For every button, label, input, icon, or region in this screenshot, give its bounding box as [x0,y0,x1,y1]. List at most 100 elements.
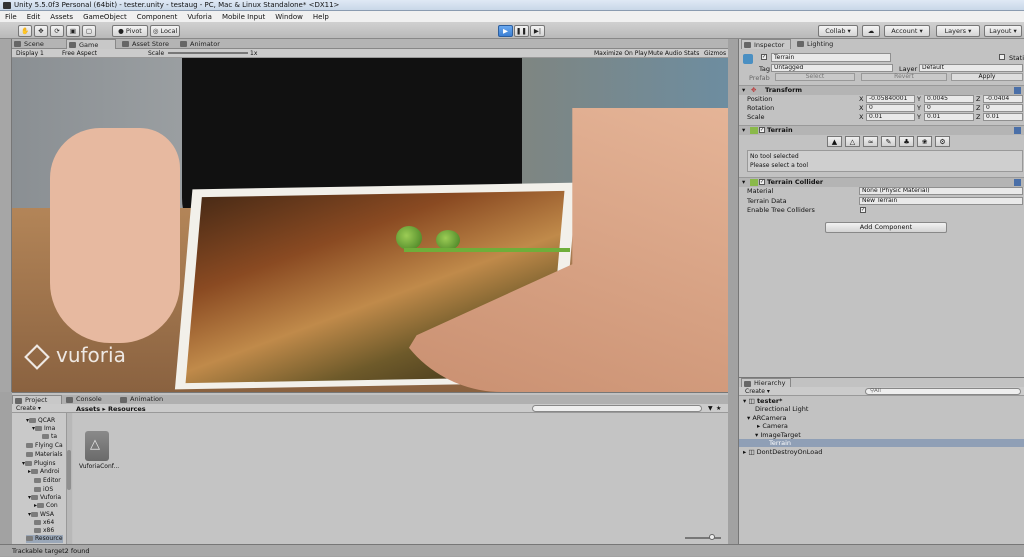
list-item[interactable]: Editor [34,477,61,485]
project-search-input[interactable] [532,405,702,412]
list-item[interactable]: ▾ WSA [28,511,54,519]
prefab-revert-button[interactable]: Revert [861,73,947,81]
prefab-apply-button[interactable]: Apply [951,73,1023,81]
menu-vuforia[interactable]: Vuforia [182,11,217,23]
tab-animation[interactable]: Animation [118,395,174,404]
aspect-dropdown[interactable]: Free Aspect [62,49,97,58]
list-item[interactable]: Flying Ca [26,442,63,450]
scene-root[interactable]: ▾ ◫ tester* [743,397,782,405]
scrollbar-thumb[interactable] [67,450,71,490]
list-item[interactable]: Materials [26,451,63,459]
star-icon[interactable]: ★ [716,405,721,412]
icon-size-slider[interactable] [685,537,721,539]
stats-toggle[interactable]: Stats [684,49,699,58]
tab-scene[interactable]: Scene [12,39,62,49]
layers-dropdown[interactable]: Layers ▾ [936,25,980,37]
menu-help[interactable]: Help [308,11,334,23]
component-settings-icon[interactable] [1014,127,1021,134]
asset-item[interactable]: △ [85,431,109,461]
terrain-header[interactable]: ▾ ✓ Terrain [739,125,1024,135]
rotation-z-field[interactable]: 0 [983,104,1023,112]
cloud-icon[interactable]: ☁ [862,25,880,37]
rotate-tool-icon[interactable]: ⟳ [50,25,64,37]
menu-assets[interactable]: Assets [45,11,78,23]
static-checkbox[interactable] [999,54,1005,60]
collider-enabled-checkbox[interactable]: ✓ [759,179,765,185]
tree-colliders-checkbox[interactable]: ✓ [860,207,866,213]
position-x-field[interactable]: -0.05840001 [866,95,915,103]
scale-slider[interactable] [168,52,248,54]
menu-mobile-input[interactable]: Mobile Input [217,11,270,23]
paint-texture-icon[interactable]: ✎ [881,136,896,147]
list-item[interactable]: x64 [34,519,54,527]
tab-lighting[interactable]: Lighting [795,39,845,49]
mute-audio-toggle[interactable]: Mute Audio [648,49,682,58]
scale-x-field[interactable]: 0.01 [866,113,915,121]
hierarchy-search-input[interactable]: ⚲All [865,388,1021,395]
hierarchy-item[interactable]: ▸ ◫ DontDestroyOnLoad [743,448,822,456]
terrain-enabled-checkbox[interactable]: ✓ [759,127,765,133]
tab-console[interactable]: Console [64,395,114,404]
tab-inspector[interactable]: Inspector [741,39,791,49]
menu-file[interactable]: File [0,11,22,23]
filter-icon[interactable]: ▼ [708,405,713,412]
list-item[interactable]: ▾ Plugins [22,460,56,468]
list-item[interactable]: ▸ Androi [28,468,59,476]
scale-tool-icon[interactable]: ▣ [66,25,80,37]
rotation-y-field[interactable]: 0 [924,104,974,112]
display-dropdown[interactable]: Display 1 [16,49,44,58]
layer-dropdown[interactable]: Default [919,64,1023,72]
move-tool-icon[interactable]: ✥ [34,25,48,37]
tab-hierarchy[interactable]: Hierarchy [741,378,791,387]
collab-button[interactable]: Collab ▾ [818,25,858,37]
menu-edit[interactable]: Edit [22,11,46,23]
tab-game[interactable]: Game [66,39,116,49]
gizmos-dropdown[interactable]: Gizmos [704,49,726,58]
list-item[interactable]: Resource [26,535,63,543]
list-item[interactable]: ▾ QCAR [26,417,55,425]
local-toggle[interactable]: ◎ Local [150,25,180,37]
rect-tool-icon[interactable]: ▢ [82,25,96,37]
hierarchy-item[interactable]: ▾ ARCamera [747,414,787,422]
pause-button[interactable]: ❚❚ [514,25,529,37]
scale-y-field[interactable]: 0.01 [924,113,974,121]
raise-terrain-icon[interactable]: ▲ [827,136,842,147]
add-component-button[interactable]: Add Component [825,222,947,233]
play-button[interactable]: ▶ [498,25,513,37]
hierarchy-item-selected[interactable]: Terrain [739,439,1024,447]
position-z-field[interactable]: -0.0404 [983,95,1023,103]
layout-dropdown[interactable]: Layout ▾ [984,25,1022,37]
terrain-settings-icon[interactable]: ⚙ [935,136,950,147]
step-button[interactable]: ▶| [530,25,545,37]
list-item[interactable]: iOS [34,486,53,494]
game-view[interactable]: vuforia [12,58,728,392]
active-checkbox[interactable]: ✓ [761,54,767,60]
menu-component[interactable]: Component [132,11,183,23]
menu-gameobject[interactable]: GameObject [78,11,132,23]
list-item[interactable]: ▸ Con [34,502,58,510]
menu-window[interactable]: Window [270,11,308,23]
rotation-x-field[interactable]: 0 [866,104,915,112]
object-name-field[interactable]: Terrain [771,53,891,62]
scale-z-field[interactable]: 0.01 [983,113,1023,121]
prefab-select-button[interactable]: Select [775,73,855,81]
terrain-collider-header[interactable]: ▾ ✓ Terrain Collider [739,177,1024,187]
tab-asset-store[interactable]: Asset Store [120,39,176,49]
list-item[interactable]: ▾ Vuforia [28,494,61,502]
material-field[interactable]: None (Physic Material) [859,187,1023,195]
slider-handle[interactable] [709,534,715,540]
list-item[interactable]: ta [42,433,57,441]
component-settings-icon[interactable] [1014,179,1021,186]
pivot-toggle[interactable]: ● Pivot [112,25,148,37]
hierarchy-item[interactable]: ▾ ImageTarget [755,431,801,439]
tab-project[interactable]: Project [12,395,62,404]
hierarchy-item[interactable]: Directional Light [755,405,808,413]
paint-height-icon[interactable]: △ [845,136,860,147]
tab-animator[interactable]: Animator [178,39,228,49]
position-y-field[interactable]: 0.0045 [924,95,974,103]
place-trees-icon[interactable]: ♣ [899,136,914,147]
tag-dropdown[interactable]: Untagged [771,64,893,72]
list-item[interactable]: x86 [34,527,54,535]
hand-tool-icon[interactable]: ✋ [18,25,32,37]
component-settings-icon[interactable] [1014,87,1021,94]
